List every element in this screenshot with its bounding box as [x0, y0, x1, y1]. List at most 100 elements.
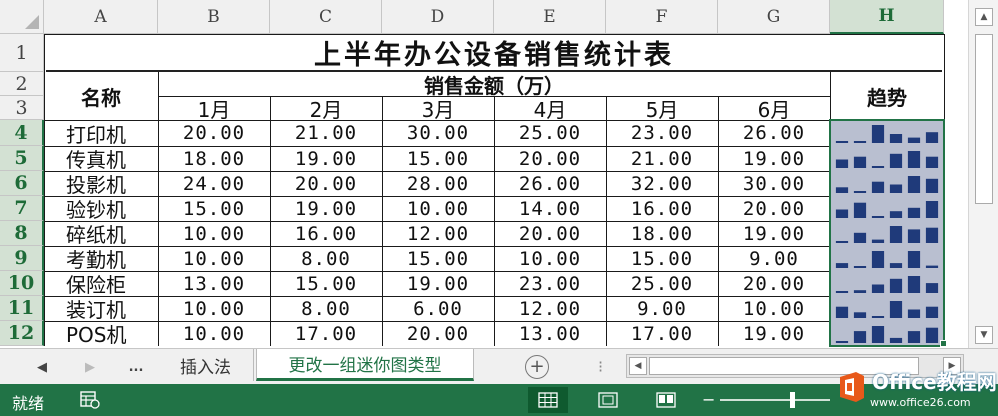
table-title-cell[interactable]: 上半年办公设备销售统计表	[46, 34, 942, 72]
sales-header-cell[interactable]: 销售金额（万）	[158, 72, 830, 97]
page-layout-view-icon[interactable]	[588, 387, 628, 413]
sales-value-cell[interactable]: 30.00	[718, 171, 830, 196]
product-name-cell[interactable]: 装订机	[44, 296, 158, 321]
sales-value-cell[interactable]: 15.00	[382, 246, 494, 271]
fill-handle[interactable]	[940, 340, 947, 347]
trend-header-cell[interactable]: 趋势	[830, 72, 944, 120]
sheet-tab[interactable]: 更改一组迷你图类型	[256, 349, 474, 381]
tab-split-handle[interactable]: ⁝	[598, 357, 603, 376]
column-header-a[interactable]: A	[44, 0, 158, 34]
month-header-cell[interactable]: 4月	[494, 96, 606, 121]
month-header-cell[interactable]: 5月	[606, 96, 718, 121]
sheet-tab[interactable]: 插入法	[158, 349, 254, 381]
sales-value-cell[interactable]: 23.00	[494, 271, 606, 296]
product-name-cell[interactable]: 投影机	[44, 171, 158, 196]
sales-value-cell[interactable]: 20.00	[718, 196, 830, 221]
sales-value-cell[interactable]: 19.00	[718, 146, 830, 171]
sales-value-cell[interactable]: 10.00	[718, 296, 830, 321]
sales-value-cell[interactable]: 26.00	[494, 171, 606, 196]
row-header-11[interactable]: 11	[0, 296, 44, 321]
sales-value-cell[interactable]: 9.00	[606, 296, 718, 321]
trend-sparkline-cell[interactable]	[830, 146, 944, 171]
row-header-6[interactable]: 6	[0, 171, 44, 196]
sales-value-cell[interactable]: 23.00	[606, 120, 718, 146]
trend-sparkline-cell[interactable]	[830, 221, 944, 246]
sales-value-cell[interactable]: 17.00	[270, 321, 382, 346]
product-name-cell[interactable]: 打印机	[44, 120, 158, 147]
tab-next-icon[interactable]: ▶	[78, 349, 102, 385]
sales-value-cell[interactable]: 19.00	[718, 321, 830, 346]
sales-value-cell[interactable]: 6.00	[382, 296, 494, 321]
sales-value-cell[interactable]: 19.00	[382, 271, 494, 296]
column-header-b[interactable]: B	[158, 0, 270, 34]
select-all-corner[interactable]	[0, 0, 44, 34]
vertical-scroll-thumb[interactable]	[975, 34, 993, 204]
sales-value-cell[interactable]: 10.00	[158, 221, 270, 246]
row-header-4[interactable]: 4	[0, 120, 44, 146]
page-break-view-icon[interactable]	[646, 387, 686, 413]
sales-value-cell[interactable]: 10.00	[158, 296, 270, 321]
sales-value-cell[interactable]: 15.00	[270, 271, 382, 296]
month-header-cell[interactable]: 1月	[158, 96, 270, 121]
sales-value-cell[interactable]: 25.00	[606, 271, 718, 296]
tab-more-button[interactable]: ...	[118, 349, 154, 385]
macro-record-icon[interactable]	[80, 391, 100, 409]
sales-value-cell[interactable]: 25.00	[494, 120, 606, 146]
column-header-d[interactable]: D	[382, 0, 494, 34]
sales-value-cell[interactable]: 13.00	[494, 321, 606, 346]
sales-value-cell[interactable]: 28.00	[382, 171, 494, 196]
sales-value-cell[interactable]: 19.00	[718, 221, 830, 246]
month-header-cell[interactable]: 6月	[718, 96, 830, 121]
row-header-8[interactable]: 8	[0, 221, 44, 246]
column-header-f[interactable]: F	[606, 0, 718, 34]
row-header-12[interactable]: 12	[0, 321, 44, 346]
sales-value-cell[interactable]: 18.00	[158, 146, 270, 171]
sales-value-cell[interactable]: 30.00	[382, 120, 494, 146]
sales-value-cell[interactable]: 12.00	[382, 221, 494, 246]
name-header-cell[interactable]: 名称	[44, 72, 158, 120]
sales-value-cell[interactable]: 21.00	[606, 146, 718, 171]
product-name-cell[interactable]: 保险柜	[44, 271, 158, 296]
sales-value-cell[interactable]: 8.00	[270, 246, 382, 271]
sales-value-cell[interactable]: 15.00	[606, 246, 718, 271]
sales-value-cell[interactable]: 20.00	[494, 146, 606, 171]
zoom-slider[interactable]	[720, 399, 830, 401]
row-header-2[interactable]: 2	[0, 72, 44, 96]
sales-value-cell[interactable]: 10.00	[382, 196, 494, 221]
spreadsheet-grid[interactable]: ABCDEFGH 1 2 3 4 5 6 7 8 9 10 11 12 上半年办公设备销售统计表 名称销…	[0, 0, 968, 348]
trend-sparkline-cell[interactable]	[830, 120, 944, 146]
product-name-cell[interactable]: 考勤机	[44, 246, 158, 271]
sales-value-cell[interactable]: 32.00	[606, 171, 718, 196]
sales-value-cell[interactable]: 10.00	[158, 321, 270, 346]
sales-value-cell[interactable]: 13.00	[158, 271, 270, 296]
vertical-scrollbar[interactable]: ▲ ▼	[968, 0, 998, 348]
row-header-10[interactable]: 10	[0, 271, 44, 296]
trend-sparkline-cell[interactable]	[830, 321, 944, 346]
row-header-5[interactable]: 5	[0, 146, 44, 171]
month-header-cell[interactable]: 3月	[382, 96, 494, 121]
month-header-cell[interactable]: 2月	[270, 96, 382, 121]
trend-sparkline-cell[interactable]	[830, 171, 944, 196]
product-name-cell[interactable]: 传真机	[44, 146, 158, 171]
sales-value-cell[interactable]: 21.00	[270, 120, 382, 146]
sales-value-cell[interactable]: 20.00	[270, 171, 382, 196]
column-header-c[interactable]: C	[270, 0, 382, 34]
normal-view-icon[interactable]	[528, 387, 568, 413]
product-name-cell[interactable]: POS机	[44, 321, 158, 346]
add-sheet-icon[interactable]: +	[525, 355, 549, 379]
sales-value-cell[interactable]: 18.00	[606, 221, 718, 246]
scroll-down-icon[interactable]: ▼	[975, 326, 993, 344]
sales-value-cell[interactable]: 26.00	[718, 120, 830, 146]
column-header-e[interactable]: E	[494, 0, 606, 34]
zoom-out-button[interactable]: −	[702, 390, 715, 409]
trend-sparkline-cell[interactable]	[830, 196, 944, 221]
sales-value-cell[interactable]: 9.00	[718, 246, 830, 271]
sales-value-cell[interactable]: 15.00	[158, 196, 270, 221]
trend-sparkline-cell[interactable]	[830, 296, 944, 321]
sales-value-cell[interactable]: 20.00	[718, 271, 830, 296]
row-header-7[interactable]: 7	[0, 196, 44, 221]
product-name-cell[interactable]: 碎纸机	[44, 221, 158, 246]
sales-value-cell[interactable]: 24.00	[158, 171, 270, 196]
sales-value-cell[interactable]: 16.00	[606, 196, 718, 221]
scroll-left-icon[interactable]: ◀	[629, 357, 647, 375]
